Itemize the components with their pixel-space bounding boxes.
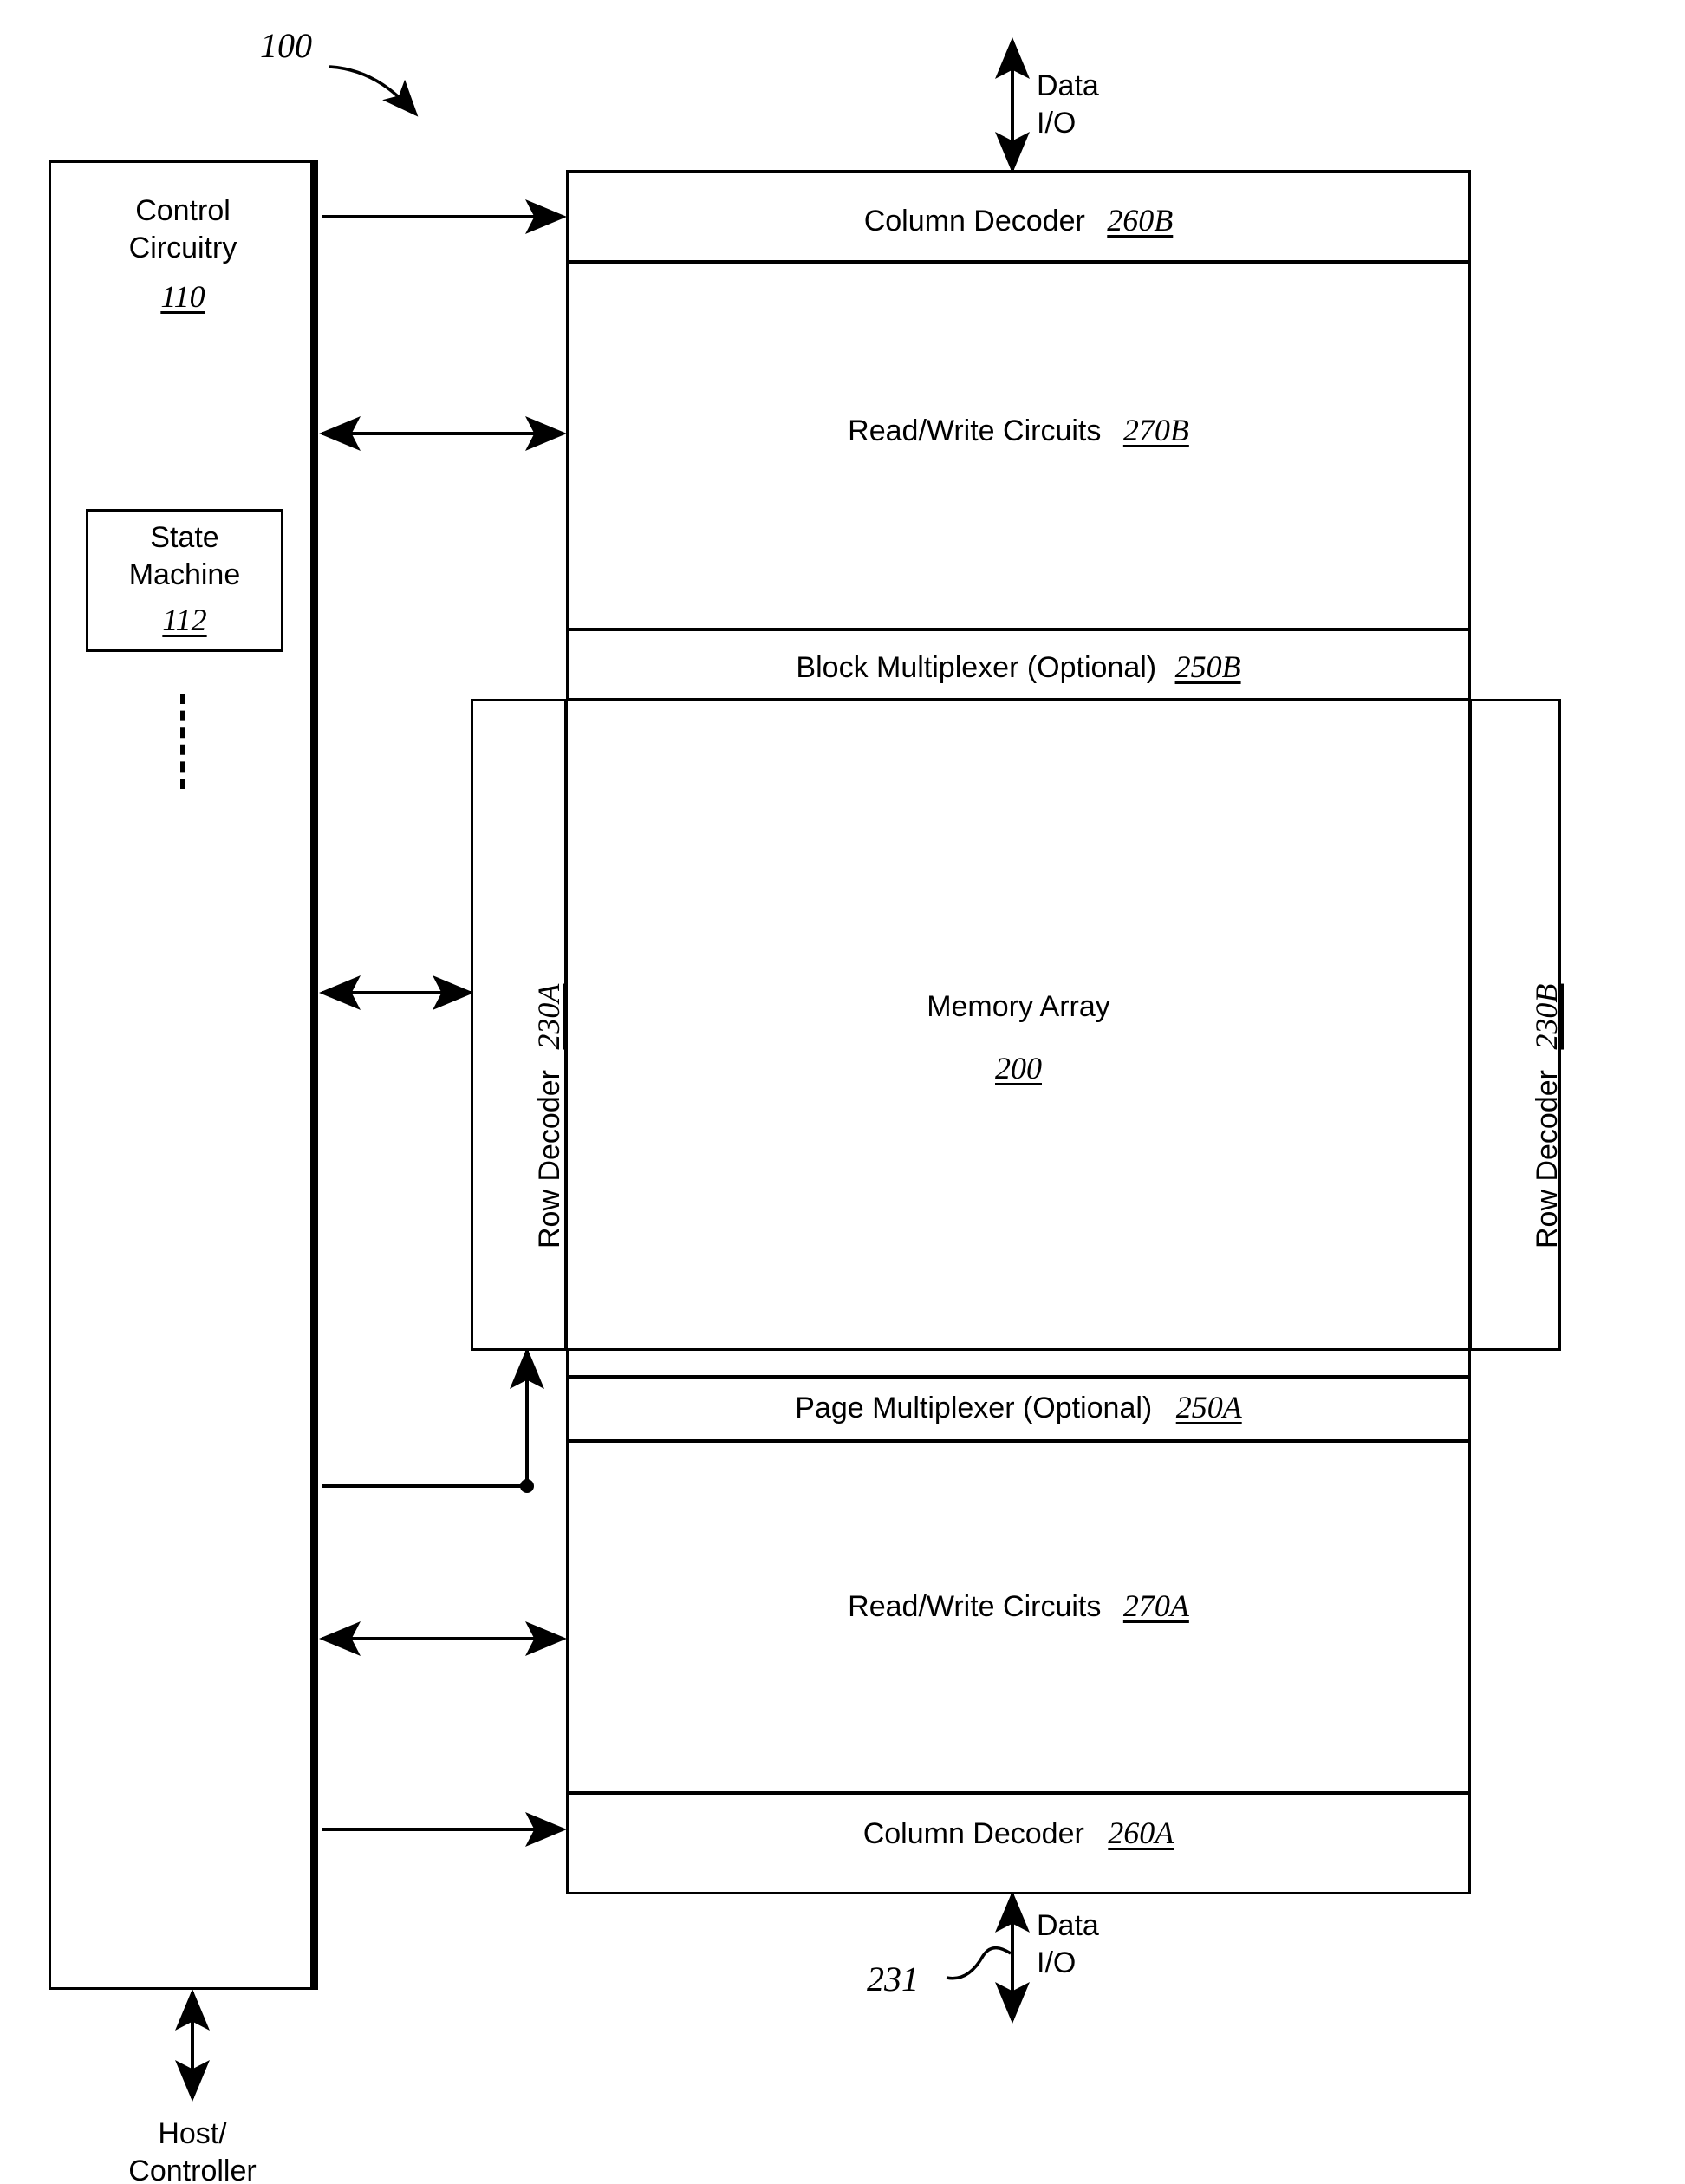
figure-leader	[329, 65, 419, 117]
bus-ref-wrap: 231	[867, 1958, 919, 2001]
read-write-b-label: Read/Write Circuits	[848, 414, 1102, 447]
bus-ref: 231	[867, 1959, 919, 1998]
control-circuitry-title: Control Circuitry	[49, 192, 317, 266]
read-write-a-label: Read/Write Circuits	[848, 1590, 1102, 1623]
data-io-bottom-line2: I/O	[1037, 1946, 1077, 1979]
host-controller-label: Host/ Controller	[54, 2116, 331, 2184]
read-write-a-label-wrap: Read/Write Circuits 270A	[566, 1587, 1471, 1626]
block-multiplexer-label: Block Multiplexer (Optional)	[796, 651, 1157, 684]
sep-pagemux-top	[569, 1375, 1468, 1379]
column-decoder-b-label-wrap: Column Decoder 260B	[566, 201, 1471, 240]
memory-array-ref-wrap: 200	[568, 1049, 1469, 1088]
row-decoder-a-ref: 230A	[531, 983, 566, 1050]
sep-coldec-a-top	[569, 1791, 1468, 1795]
column-decoder-b-ref: 260B	[1107, 203, 1174, 238]
column-decoder-a-label: Column Decoder	[862, 1817, 1084, 1850]
control-circuitry-line2: Circuitry	[128, 231, 237, 264]
data-io-bottom-label: Data I/O	[1037, 1907, 1099, 1981]
figure-canvas: Control Circuitry 110 State Machine 112 …	[0, 0, 1685, 2184]
continuation-dashed-line	[180, 694, 185, 789]
state-machine-ref-wrap: 112	[86, 601, 283, 640]
memory-array-ref: 200	[995, 1051, 1042, 1085]
control-circuitry-block[interactable]	[49, 160, 317, 1990]
column-decoder-b-label: Column Decoder	[863, 205, 1085, 238]
column-decoder-a-label-wrap: Column Decoder 260A	[566, 1814, 1471, 1853]
bus-junction-dot	[520, 1479, 534, 1493]
bus-ref-leader	[946, 1946, 1012, 1980]
data-io-bottom-line1: Data	[1037, 1909, 1099, 1942]
control-circuitry-ref-wrap: 110	[49, 277, 317, 316]
control-circuitry-line1: Control	[135, 194, 231, 227]
data-io-top-line1: Data	[1037, 69, 1099, 102]
state-machine-line1: State	[150, 521, 219, 554]
control-circuitry-ref: 110	[160, 279, 205, 314]
control-circuitry-right-edge	[310, 160, 318, 1990]
memory-array-label: Memory Array	[927, 990, 1110, 1023]
row-decoder-b-label: Row Decoder	[1531, 1070, 1564, 1248]
host-controller-line2: Controller	[128, 2154, 257, 2184]
block-multiplexer-ref: 250B	[1174, 649, 1241, 684]
host-controller-line1: Host/	[158, 2117, 227, 2150]
block-multiplexer-label-wrap: Block Multiplexer (Optional) 250B	[566, 648, 1471, 687]
data-io-top-label: Data I/O	[1037, 68, 1099, 141]
figure-number: 100	[260, 26, 312, 65]
state-machine-title: State Machine	[86, 519, 283, 593]
state-machine-line2: Machine	[128, 557, 241, 591]
conn-control-bus-to-rowdec-a	[322, 1347, 544, 1488]
row-decoder-b-ref: 230B	[1529, 983, 1564, 1050]
sep-pagemux-bottom	[569, 1439, 1468, 1443]
read-write-b-ref: 270B	[1122, 413, 1189, 447]
page-multiplexer-label: Page Multiplexer (Optional)	[795, 1392, 1153, 1424]
page-multiplexer-ref: 250A	[1175, 1390, 1242, 1424]
state-machine-ref: 112	[162, 603, 207, 637]
column-decoder-a-ref: 260A	[1108, 1816, 1174, 1850]
row-decoder-a-label-wrap: Row Decoder 230A	[530, 984, 567, 1248]
figure-number-wrap: 100	[260, 24, 312, 68]
read-write-a-ref: 270A	[1122, 1588, 1189, 1623]
data-io-top-line2: I/O	[1037, 106, 1077, 140]
sep-rw-b-bottom	[569, 628, 1468, 631]
page-multiplexer-label-wrap: Page Multiplexer (Optional) 250A	[566, 1388, 1471, 1427]
row-decoder-b-label-wrap: Row Decoder 230B	[1528, 984, 1565, 1248]
row-decoder-a-label: Row Decoder	[533, 1070, 566, 1248]
sep-coldec-b-bottom	[569, 260, 1468, 264]
read-write-b-label-wrap: Read/Write Circuits 270B	[566, 411, 1471, 450]
memory-array-label-wrap: Memory Array	[568, 988, 1469, 1026]
